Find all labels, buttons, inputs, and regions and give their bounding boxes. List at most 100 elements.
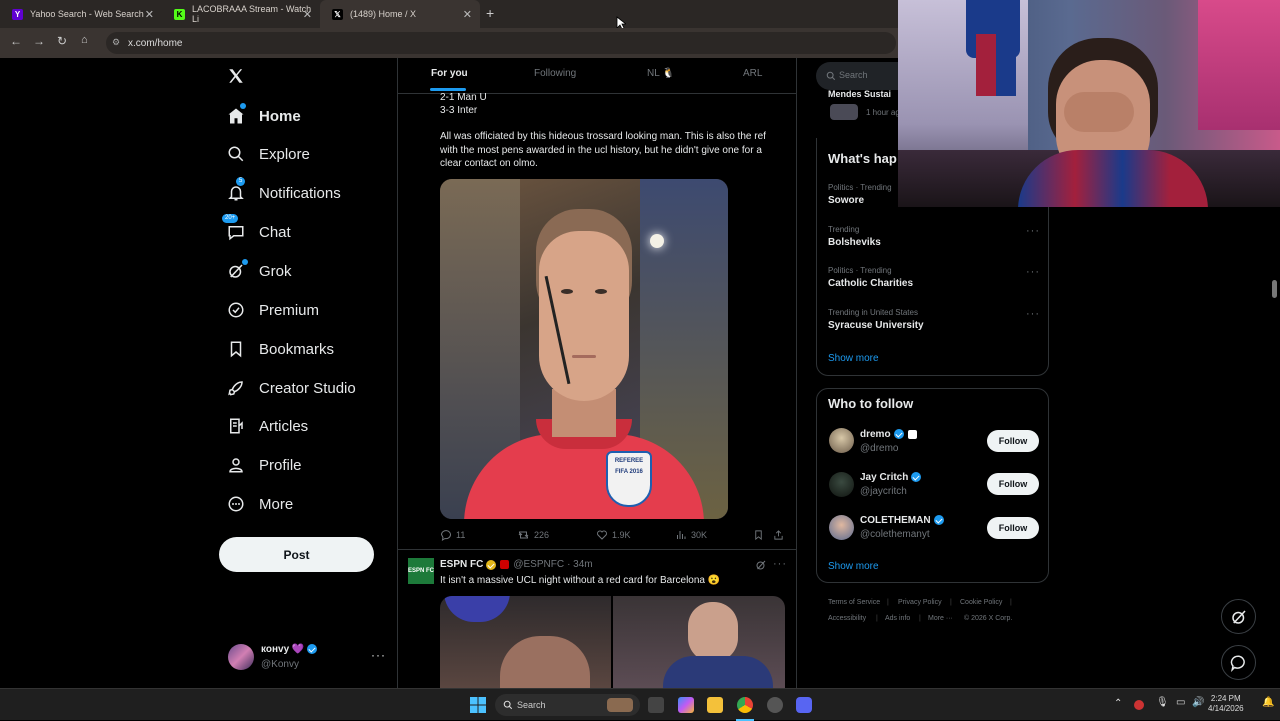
more-dots-icon[interactable]: ··· bbox=[1026, 225, 1040, 237]
trend-item[interactable]: Politics · Trending Catholic Charities bbox=[828, 266, 1038, 296]
address-bar[interactable]: ⚙ x.com/home bbox=[106, 32, 896, 54]
volume-icon[interactable]: 🔊 bbox=[1192, 697, 1204, 708]
footer-link[interactable]: Terms of Service bbox=[828, 599, 880, 606]
post-button[interactable]: Post bbox=[219, 537, 374, 572]
home-browser-icon[interactable]: ⌂ bbox=[81, 34, 88, 46]
network-icon[interactable]: ▭ bbox=[1176, 697, 1185, 708]
windows-start-icon[interactable] bbox=[470, 697, 486, 713]
post-text: It isn't a massive UCL night without a r… bbox=[440, 575, 721, 586]
sidebar-item-grok[interactable]: Grok bbox=[226, 255, 292, 287]
taskbar-clock[interactable]: 2:24 PM 4/14/2026 bbox=[1208, 694, 1244, 714]
tab-x-home[interactable]: 𝕏 (1489) Home / X ✕ bbox=[320, 0, 480, 28]
avatar[interactable] bbox=[829, 472, 854, 497]
sidebar-item-articles[interactable]: Articles bbox=[226, 410, 308, 442]
grok-floating-button[interactable] bbox=[1221, 599, 1256, 634]
tray-app-icon[interactable] bbox=[1134, 700, 1144, 710]
home-icon bbox=[226, 103, 246, 126]
footer-separator: | bbox=[876, 615, 878, 622]
sidebar-item-chat[interactable]: 20+ Chat bbox=[222, 214, 291, 248]
repost-button[interactable]: 226 bbox=[517, 529, 549, 541]
windows-taskbar: Search ⌃ 🎙 ▭ 🔊 2:24 PM 4/14/2026 🔔 bbox=[0, 688, 1280, 721]
microphone-icon[interactable]: 🎙 bbox=[1156, 697, 1169, 708]
messages-floating-button[interactable] bbox=[1221, 645, 1256, 680]
avatar[interactable] bbox=[829, 515, 854, 540]
chevron-up-icon[interactable]: ⌃ bbox=[1114, 698, 1122, 709]
follow-button[interactable]: Follow bbox=[987, 430, 1039, 452]
yahoo-icon: Y bbox=[12, 8, 23, 20]
bookmark-icon[interactable] bbox=[753, 529, 764, 541]
footer-link[interactable]: Cookie Policy bbox=[960, 599, 1002, 606]
app-icon[interactable] bbox=[767, 697, 783, 713]
sidebar-item-bookmarks[interactable]: Bookmarks bbox=[226, 333, 334, 365]
follow-name[interactable]: Jay Critch bbox=[860, 472, 922, 483]
close-icon[interactable]: ✕ bbox=[145, 8, 154, 21]
footer-link[interactable]: Privacy Policy bbox=[898, 599, 942, 606]
webcam-overlay bbox=[898, 0, 1280, 207]
follow-name[interactable]: dremo bbox=[860, 429, 917, 440]
show-more-link[interactable]: Show more bbox=[828, 353, 879, 364]
tab-arl[interactable]: ARL bbox=[743, 68, 762, 79]
trend-item[interactable]: Trending Bolsheviks bbox=[828, 225, 1038, 255]
reload-icon[interactable]: ↻ bbox=[57, 34, 67, 48]
avatar[interactable] bbox=[829, 428, 854, 453]
sidebar-item-profile[interactable]: Profile bbox=[226, 449, 302, 481]
sidebar-item-premium[interactable]: Premium bbox=[226, 294, 319, 326]
tab-nl[interactable]: NL 🐧 bbox=[647, 68, 675, 79]
tab-kick[interactable]: K LACOBRAAA Stream - Watch Li ✕ bbox=[162, 0, 320, 28]
taskbar-search[interactable]: Search bbox=[495, 694, 640, 716]
sidebar-item-label: Premium bbox=[259, 301, 320, 319]
post-image-left[interactable] bbox=[440, 596, 611, 688]
footer-link[interactable]: More ··· bbox=[928, 615, 953, 622]
views-button[interactable]: 30K bbox=[675, 529, 707, 541]
follow-button[interactable]: Follow bbox=[987, 473, 1039, 495]
post-time[interactable]: · 34m bbox=[567, 559, 593, 570]
post-image-right[interactable] bbox=[613, 596, 785, 688]
more-dots-icon[interactable]: ··· bbox=[773, 558, 787, 570]
sidebar-item-explore[interactable]: Explore bbox=[226, 138, 310, 170]
copilot-icon[interactable] bbox=[678, 697, 694, 713]
x-logo-icon[interactable] bbox=[227, 67, 245, 85]
footer-separator: | bbox=[919, 615, 921, 622]
like-button[interactable]: 1.9K bbox=[596, 529, 631, 541]
more-dots-icon[interactable]: ··· bbox=[371, 648, 386, 662]
reply-button[interactable]: 11 bbox=[440, 529, 465, 541]
file-explorer-icon[interactable] bbox=[707, 697, 723, 713]
post-author[interactable]: ESPN FC bbox=[440, 559, 483, 570]
follow-button[interactable]: Follow bbox=[987, 517, 1039, 539]
show-more-link[interactable]: Show more bbox=[828, 561, 879, 572]
post-image[interactable]: REFEREE FIFA 2016 bbox=[440, 179, 728, 519]
trend-item[interactable]: Trending in United States Syracuse Unive… bbox=[828, 308, 1038, 338]
close-icon[interactable]: ✕ bbox=[303, 8, 312, 21]
new-tab-icon[interactable]: + bbox=[486, 5, 494, 21]
news-item-title[interactable]: Mendes Sustai bbox=[828, 89, 891, 99]
sidebar-item-more[interactable]: More bbox=[226, 488, 293, 520]
tab-yahoo[interactable]: Y Yahoo Search - Web Search ✕ bbox=[0, 0, 162, 28]
chrome-icon[interactable] bbox=[737, 697, 753, 713]
sidebar-item-creator-studio[interactable]: Creator Studio bbox=[226, 372, 356, 404]
follow-name[interactable]: COLETHEMAN bbox=[860, 515, 944, 526]
account-switcher[interactable]: конvy 💜 @Konvy ··· bbox=[226, 642, 388, 676]
more-dots-icon[interactable]: ··· bbox=[1026, 266, 1040, 278]
tab-for-you[interactable]: For you bbox=[431, 68, 468, 79]
notification-bell-icon[interactable]: 🔔 bbox=[1262, 697, 1274, 708]
close-icon[interactable]: ✕ bbox=[463, 8, 472, 21]
person-hand bbox=[1064, 92, 1134, 132]
footer-link[interactable]: Ads info bbox=[885, 615, 910, 622]
sidebar-item-notifications[interactable]: 5 Notifications bbox=[226, 177, 341, 209]
tab-following[interactable]: Following bbox=[534, 68, 576, 79]
espn-avatar[interactable]: ESPN FC bbox=[408, 558, 434, 584]
post-handle[interactable]: @ESPNFC bbox=[513, 559, 564, 570]
back-icon[interactable]: ← bbox=[10, 34, 22, 48]
scrollbar-thumb[interactable] bbox=[1272, 280, 1277, 298]
share-icon[interactable] bbox=[773, 529, 784, 541]
task-view-icon[interactable] bbox=[648, 697, 664, 713]
site-info-icon[interactable]: ⚙ bbox=[112, 37, 120, 48]
more-dots-icon[interactable]: ··· bbox=[1026, 308, 1040, 320]
footer-link[interactable]: Accessibility bbox=[828, 615, 866, 622]
verified-icon bbox=[307, 644, 318, 655]
verified-icon bbox=[893, 429, 904, 440]
grok-icon[interactable] bbox=[755, 559, 767, 571]
discord-icon[interactable] bbox=[796, 697, 812, 713]
sidebar-item-home[interactable]: Home bbox=[226, 100, 301, 132]
forward-icon[interactable]: → bbox=[33, 34, 45, 48]
